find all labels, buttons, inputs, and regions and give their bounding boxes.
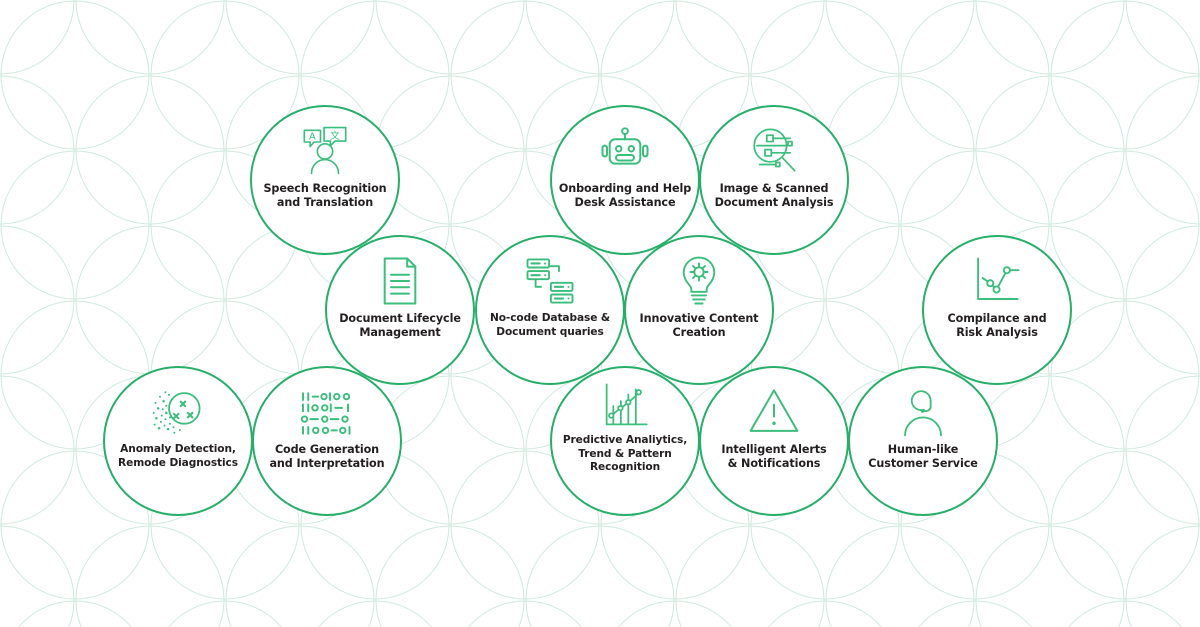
node-label: Anomaly Detection, Remode Diagnostics — [118, 443, 238, 469]
node-predictive-analytics[interactable]: Predictive Analiytics, Trend & Pattern Rec… — [550, 366, 700, 516]
node-onboarding-help-desk[interactable]: Onboarding and Help Desk Assistance — [550, 105, 700, 255]
node-layer: A 文 Speech Recognition and Translation O… — [0, 0, 1200, 627]
node-no-code-database[interactable]: No-code Database & Document quaries — [475, 235, 625, 385]
node-human-like-customer-service[interactable]: Human-like Customer Service — [848, 366, 998, 516]
infographic-canvas: A 文 Speech Recognition and Translation O… — [0, 0, 1200, 627]
node-image-scanned-document-analysis[interactable]: Image & Scanned Document Analysis — [699, 105, 849, 255]
node-label: Code Generation and Interpretation — [269, 443, 385, 471]
node-speech-recognition[interactable]: A 文 Speech Recognition and Translation — [250, 105, 400, 255]
warning-triangle-icon — [747, 385, 801, 439]
lightbulb-gear-icon — [672, 254, 726, 308]
node-document-lifecycle-management[interactable]: Document Lifecycle Management — [325, 235, 475, 385]
bar-chart-trend-icon — [600, 381, 650, 431]
node-label: No-code Database & Document quaries — [489, 312, 611, 338]
node-label: Image & Scanned Document Analysis — [714, 182, 834, 210]
translate-speech-bubbles-icon: A 文 — [298, 124, 352, 178]
binary-code-icon — [300, 385, 354, 439]
node-label: Compilance and Risk Analysis — [947, 312, 1047, 340]
server-racks-icon — [523, 254, 577, 308]
node-label: Predictive Analiytics, Trend & Pattern Rec… — [562, 434, 688, 474]
line-chart-icon — [970, 254, 1024, 308]
node-label: Human-like Customer Service — [868, 443, 978, 471]
node-label: Onboarding and Help Desk Assistance — [558, 182, 692, 210]
node-code-generation[interactable]: Code Generation and Interpretation — [252, 366, 402, 516]
node-anomaly-detection[interactable]: Anomaly Detection, Remode Diagnostics — [103, 366, 253, 516]
svg-text:文: 文 — [330, 129, 340, 142]
node-compliance-risk-analysis[interactable]: Compilance and Risk Analysis — [922, 235, 1072, 385]
headset-person-icon — [896, 385, 950, 439]
document-page-icon — [373, 254, 427, 308]
node-label: Speech Recognition and Translation — [263, 182, 387, 210]
node-innovative-content-creation[interactable]: Innovative Content Creation — [624, 235, 774, 385]
node-label: Document Lifecycle Management — [339, 312, 461, 340]
node-intelligent-alerts[interactable]: Intelligent Alerts & Notifications — [699, 366, 849, 516]
scatter-anomaly-icon — [151, 385, 205, 439]
magnifier-circuit-icon — [747, 124, 801, 178]
robot-icon — [598, 124, 652, 178]
node-label: Intelligent Alerts & Notifications — [721, 443, 827, 471]
svg-text:A: A — [309, 131, 316, 142]
node-label: Innovative Content Creation — [639, 312, 759, 340]
